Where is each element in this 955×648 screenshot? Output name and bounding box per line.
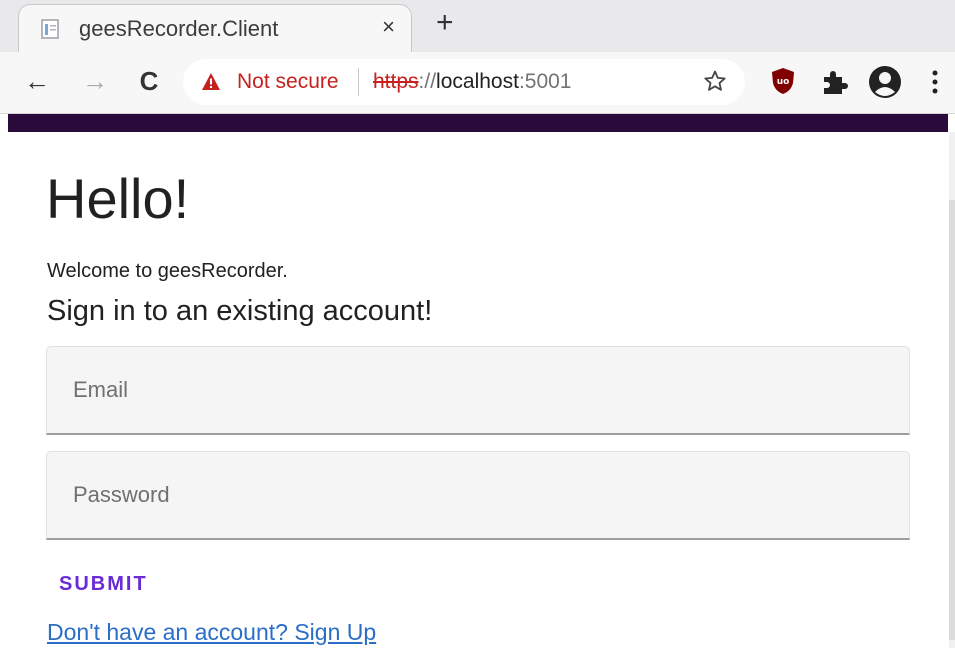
password-field-container [46, 451, 910, 540]
ublock-icon[interactable]: uo [771, 67, 795, 95]
url-scheme: https [373, 70, 419, 93]
svg-text:uo: uo [777, 77, 790, 87]
email-field-container [46, 346, 910, 435]
page-icon [41, 19, 59, 39]
page-title: Hello! [46, 167, 190, 230]
signin-heading: Sign in to an existing account! [47, 295, 433, 327]
close-tab-icon[interactable]: × [382, 14, 395, 40]
star-icon[interactable] [703, 69, 727, 93]
url-port: :5001 [518, 70, 572, 93]
address-bar[interactable]: Not secure https://localhost:5001 [183, 59, 745, 105]
signup-link[interactable]: Don't have an account? Sign Up [47, 619, 376, 646]
browser-tab[interactable]: geesRecorder.Client × [18, 4, 412, 52]
new-tab-icon[interactable]: + [436, 8, 454, 38]
tab-title: geesRecorder.Client [79, 16, 279, 41]
url-text[interactable]: https://localhost:5001 [373, 70, 572, 94]
back-arrow-icon[interactable]: ← [22, 66, 52, 96]
tab-strip: geesRecorder.Client × + [0, 0, 955, 52]
divider [358, 68, 359, 96]
submit-button[interactable]: SUBMIT [47, 564, 160, 604]
password-field[interactable] [47, 452, 909, 538]
email-field[interactable] [47, 347, 909, 433]
url-host: localhost [436, 70, 519, 93]
security-status[interactable]: Not secure [237, 70, 339, 94]
app-bar [8, 114, 948, 132]
welcome-text: Welcome to geesRecorder. [47, 260, 288, 282]
browser-toolbar: ← → C Not secure https://localhost:5001 [0, 52, 955, 114]
menu-kebab-icon[interactable] [930, 68, 940, 96]
scrollbar-thumb[interactable] [949, 200, 955, 640]
extensions-puzzle-icon[interactable] [820, 69, 848, 95]
url-separator: :// [418, 70, 437, 93]
reload-icon[interactable]: C [134, 66, 164, 96]
warning-icon[interactable] [201, 72, 221, 91]
forward-arrow-icon[interactable]: → [80, 66, 110, 96]
profile-icon[interactable] [868, 65, 902, 99]
